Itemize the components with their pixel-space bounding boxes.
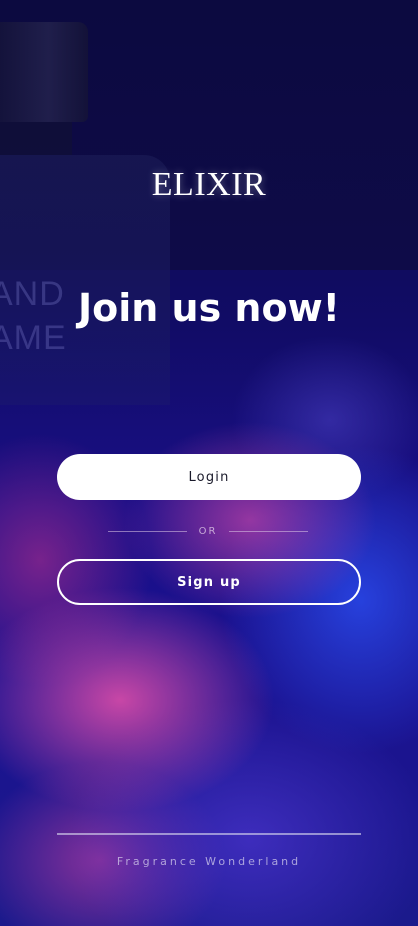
perfume-bottle-cap-image [0, 22, 88, 122]
page-title: Join us now! [77, 286, 341, 330]
signup-button[interactable]: Sign up [57, 559, 361, 605]
divider-line-right [229, 530, 309, 532]
perfume-bottle-neck-image [0, 122, 72, 158]
footer-divider [57, 833, 361, 835]
divider-line-left [108, 530, 187, 532]
login-button[interactable]: Login [57, 454, 361, 500]
or-divider: OR [108, 524, 309, 538]
welcome-screen: AND AME ELIXIR Join us now! Login OR Sig… [0, 0, 418, 926]
divider-label: OR [198, 525, 218, 537]
brand-logo: ELIXIR [151, 166, 267, 203]
footer-tagline: Fragrance Wonderland [116, 855, 302, 868]
